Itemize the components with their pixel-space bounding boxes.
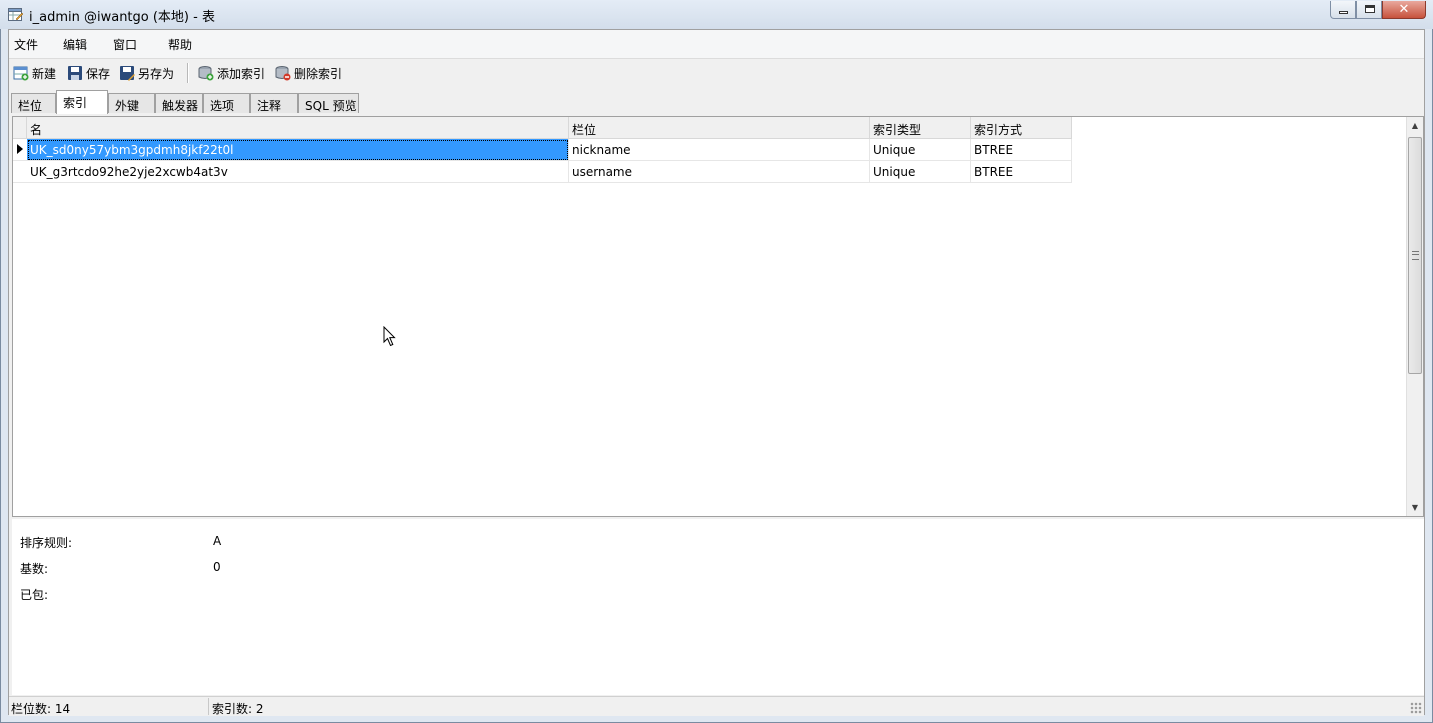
cell-index-name[interactable]: UK_g3rtcdo92he2yje2xcwb4at3v (27, 161, 569, 183)
cell-index-type[interactable]: Unique (870, 139, 971, 161)
save-as-icon (120, 66, 135, 81)
table-window-icon (8, 8, 23, 21)
row-indicator (13, 139, 27, 161)
table-row[interactable]: UK_g3rtcdo92he2yje2xcwb4at3v username Un… (13, 161, 1072, 183)
scroll-thumb[interactable] (1408, 137, 1422, 374)
save-as-button[interactable]: 另存为 (119, 63, 174, 83)
menu-file[interactable]: 文件 (14, 36, 38, 53)
menu-edit[interactable]: 编辑 (63, 36, 87, 53)
tab-comments[interactable]: 注释 (250, 93, 298, 113)
menu-window[interactable]: 窗口 (113, 36, 137, 53)
minimize-icon (1339, 11, 1348, 14)
new-button[interactable]: 新建 (13, 63, 56, 83)
grid-header: 名 栏位 索引类型 索引方式 (13, 117, 1072, 139)
delete-index-icon (275, 66, 291, 81)
add-index-label: 添加索引 (217, 66, 266, 81)
column-header-name[interactable]: 名 (27, 117, 569, 139)
menu-bar: 文件 编辑 窗口 帮助 (9, 30, 1424, 59)
save-label: 保存 (86, 66, 111, 81)
collation-value[interactable]: A (213, 534, 221, 548)
save-button[interactable]: 保存 (67, 63, 110, 83)
window-client-area: 文件 编辑 窗口 帮助 新建 保存 另存为 添加索引 删除索引 栏位 索引 外键… (8, 29, 1425, 716)
mouse-cursor-icon (383, 326, 396, 347)
vertical-scrollbar[interactable]: ▲ ▼ (1406, 117, 1423, 516)
menu-help[interactable]: 帮助 (168, 36, 192, 53)
maximize-button[interactable] (1356, 1, 1382, 19)
add-index-button[interactable]: 添加索引 (198, 63, 265, 83)
tab-indexes[interactable]: 索引 (56, 90, 108, 114)
row-indicator (13, 161, 27, 183)
save-as-label: 另存为 (138, 66, 175, 81)
status-bar: 栏位数: 14 索引数: 2 (9, 696, 1424, 716)
tab-foreign-keys[interactable]: 外键 (108, 93, 155, 113)
delete-index-label: 删除索引 (294, 66, 343, 81)
minimize-button[interactable] (1330, 1, 1356, 19)
collation-label: 排序规则: (20, 536, 73, 550)
maximize-icon (1365, 5, 1375, 13)
tab-strip: 栏位 索引 外键 触发器 选项 注释 SQL 预览 (10, 90, 1425, 114)
tab-sql-preview[interactable]: SQL 预览 (298, 93, 359, 113)
column-header-fields[interactable]: 栏位 (569, 117, 870, 139)
toolbar: 新建 保存 另存为 添加索引 删除索引 (9, 59, 1424, 87)
new-label: 新建 (32, 66, 57, 81)
window-title: i_admin @iwantgo (本地) - 表 (29, 10, 215, 25)
cell-index-fields[interactable]: nickname (569, 139, 870, 161)
column-header-index-type[interactable]: 索引类型 (870, 117, 971, 139)
save-disk-icon (68, 66, 82, 80)
cardinality-value[interactable]: 0 (213, 560, 221, 574)
close-button[interactable]: ✕ (1382, 1, 1426, 19)
index-grid[interactable]: 名 栏位 索引类型 索引方式 UK_sd0ny57ybm3gpdmh8jkf22… (12, 116, 1424, 517)
column-header-index-method[interactable]: 索引方式 (971, 117, 1072, 139)
title-bar[interactable]: i_admin @iwantgo (本地) - 表 ✕ (0, 0, 1433, 29)
resize-grip-icon[interactable] (1410, 702, 1422, 714)
header-indicator (13, 117, 27, 139)
index-count-status: 索引数: 2 (212, 702, 264, 716)
toolbar-separator (187, 63, 189, 83)
tab-triggers[interactable]: 触发器 (155, 93, 203, 113)
cardinality-label: 基数: (20, 562, 49, 576)
status-divider (208, 698, 209, 715)
close-icon: ✕ (1398, 2, 1410, 17)
scroll-down-arrow-icon[interactable]: ▼ (1407, 499, 1423, 516)
scroll-up-arrow-icon[interactable]: ▲ (1407, 117, 1423, 134)
cell-index-method[interactable]: BTREE (971, 161, 1072, 183)
table-row[interactable]: UK_sd0ny57ybm3gpdmh8jkf22t0l nickname Un… (13, 139, 1072, 161)
current-row-arrow-icon (17, 144, 23, 154)
delete-index-button[interactable]: 删除索引 (275, 63, 342, 83)
cell-index-fields[interactable]: username (569, 161, 870, 183)
new-table-icon (13, 66, 29, 81)
caption-buttons: ✕ (1330, 1, 1426, 20)
field-count-status: 栏位数: 14 (11, 702, 71, 716)
add-index-icon (198, 66, 214, 81)
grip-icon (1412, 251, 1419, 260)
index-detail-panel: 排序规则: A 基数: 0 已包: (12, 519, 1424, 695)
tab-columns[interactable]: 栏位 (11, 93, 56, 113)
tab-options[interactable]: 选项 (203, 93, 250, 113)
cell-index-name[interactable]: UK_sd0ny57ybm3gpdmh8jkf22t0l (27, 139, 569, 161)
cell-index-method[interactable]: BTREE (971, 139, 1072, 161)
cell-index-type[interactable]: Unique (870, 161, 971, 183)
packed-label: 已包: (20, 588, 49, 602)
